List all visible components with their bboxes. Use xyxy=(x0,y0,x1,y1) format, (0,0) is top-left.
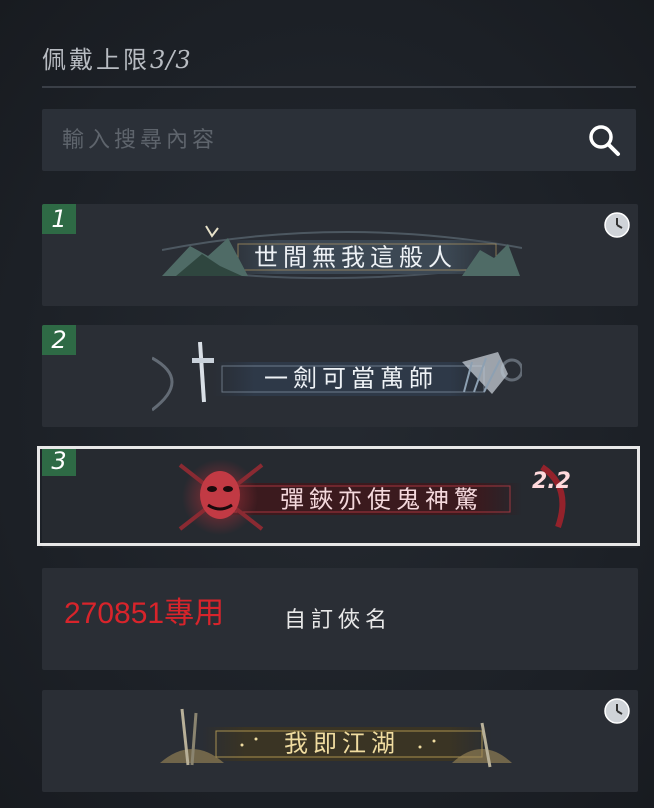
slot-number-badge: 2 xyxy=(42,325,76,355)
custom-title-row[interactable]: 270851專用 自訂俠名 xyxy=(42,568,638,670)
title-row-5[interactable]: 我即江湖 xyxy=(42,690,638,792)
divider xyxy=(42,86,636,88)
title-row-3[interactable]: 3 彈鋏亦使鬼神驚 2.2 xyxy=(42,446,638,548)
title-banner-2: 一劍可當萬師 xyxy=(152,340,522,412)
title-banner-1: 世間無我這般人 xyxy=(162,220,522,290)
title-text-2: 一劍可當萬師 xyxy=(264,364,438,393)
search-bar xyxy=(42,109,636,173)
custom-name: 270851專用 xyxy=(64,597,225,630)
title-banner-5: 我即江湖 xyxy=(152,705,522,777)
slot-number-badge: 1 xyxy=(42,204,76,234)
clock-icon xyxy=(604,698,630,724)
wear-limit-label: 佩戴上限 xyxy=(42,46,150,74)
title-row-2[interactable]: 2 一劍可當萬師 xyxy=(42,325,638,427)
title-banner-3: 彈鋏亦使鬼神驚 2.2 xyxy=(162,457,582,537)
title-text-3: 彈鋏亦使鬼神驚 xyxy=(280,485,483,514)
search-input[interactable] xyxy=(60,109,564,173)
wear-limit-header: 佩戴上限3/3 xyxy=(42,40,192,75)
clock-icon xyxy=(604,212,630,238)
title-text-1: 世間無我這般人 xyxy=(254,243,457,272)
title-text-5: 我即江湖 xyxy=(284,729,400,758)
slot-number-badge: 3 xyxy=(42,446,76,476)
wear-limit-count: 3/3 xyxy=(150,46,192,74)
custom-title-label: 自訂俠名 xyxy=(284,608,393,633)
title-row-1[interactable]: 1 世間無我這般人 xyxy=(42,204,638,306)
search-icon[interactable] xyxy=(586,122,622,158)
rank-badge: 2.2 xyxy=(532,469,571,494)
